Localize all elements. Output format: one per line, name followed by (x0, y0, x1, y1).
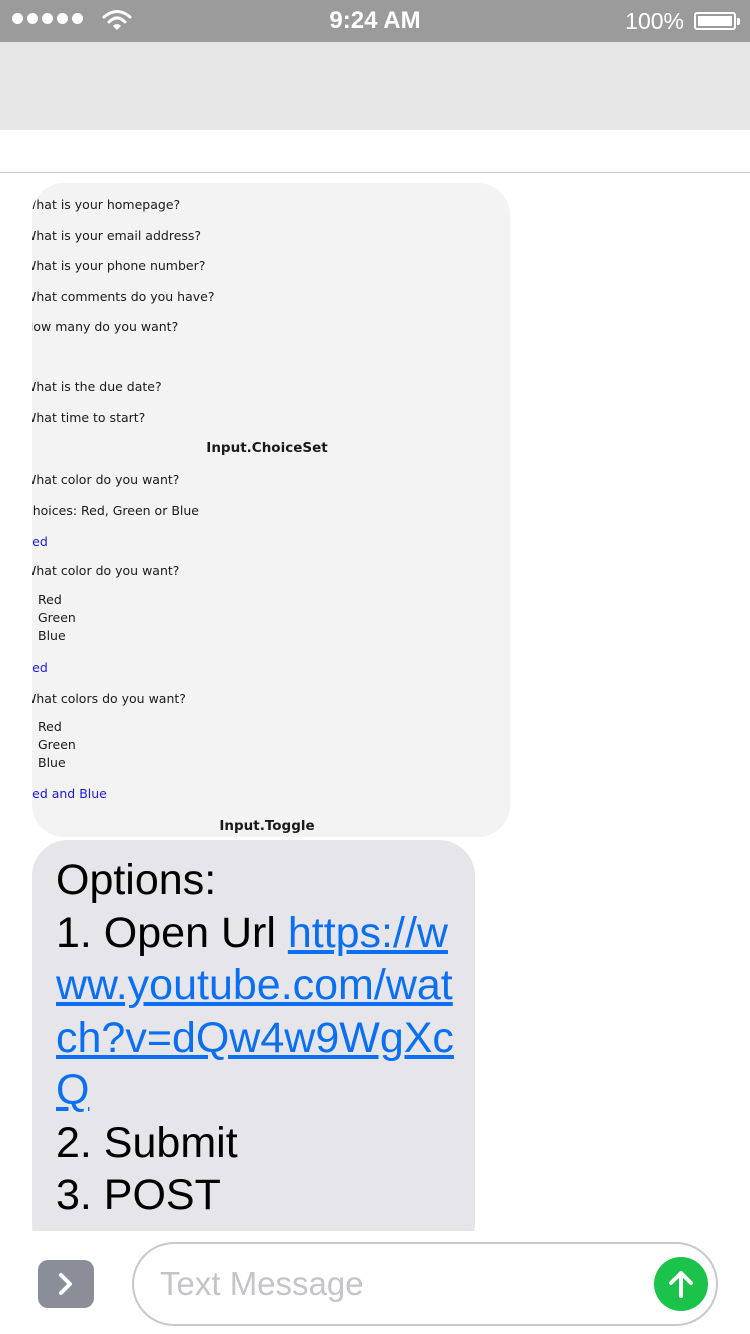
answer-color-1: Red (32, 534, 48, 549)
choice-list-item: Green (32, 609, 76, 627)
answer-colors: Red and Blue (32, 786, 107, 801)
chevron-right-icon (59, 1273, 72, 1295)
option-submit: 2. Submit (56, 1118, 238, 1167)
choice-list-item: Green (32, 736, 76, 754)
answer-color-2: Red (32, 660, 48, 675)
choice-list-2: Red Green Blue (32, 718, 76, 772)
send-button[interactable] (654, 1257, 708, 1311)
adaptive-card-bubble: What is your homepage? What is your emai… (32, 183, 510, 837)
question-comments: What comments do you have? (32, 289, 215, 304)
choice-list-item: Blue (32, 627, 76, 645)
section-heading-choiceset: Input.ChoiceSet (206, 440, 328, 456)
question-email: What is your email address? (32, 228, 202, 243)
choice-list-1: Red Green Blue (32, 591, 76, 645)
question-color-1: What color do you want? (32, 472, 180, 487)
option-show-card: 4. Show Card (56, 1222, 466, 1232)
question-start-time: What time to start? (32, 410, 146, 425)
question-colors: What colors do you want? (32, 691, 186, 706)
question-homepage: What is your homepage? (32, 197, 181, 212)
options-message-bubble: Options: 1. Open Url https://www.youtube… (32, 840, 475, 1231)
choice-list-item: Red (32, 718, 76, 736)
message-input-placeholder: Text Message (160, 1265, 364, 1302)
option-open-url-label: 1. Open Url (56, 908, 288, 957)
choice-list-item: Blue (32, 754, 76, 772)
battery-icon (694, 12, 740, 30)
arrow-up-icon (669, 1271, 693, 1298)
conversation-header (0, 130, 750, 173)
section-heading-toggle: Input.Toggle (219, 818, 315, 834)
question-due-date: What is the due date? (32, 379, 162, 394)
compose-bar: Text Message (0, 1231, 750, 1334)
question-color-2: What color do you want? (32, 563, 180, 578)
status-bar: 9:24 AM 100% (0, 0, 750, 42)
choices-line: Choices: Red, Green or Blue (32, 503, 199, 518)
option-open-url: 1. Open Url https://www.youtube.com/watc… (56, 907, 466, 1117)
options-heading: Options: (56, 856, 217, 904)
question-phone: What is your phone number? (32, 258, 206, 273)
question-how-many: How many do you want? (32, 319, 179, 334)
option-post: 3. POST (56, 1171, 221, 1219)
navigation-bar (0, 42, 750, 130)
battery-percentage: 100% (625, 8, 684, 34)
choice-list-item: Red (32, 591, 76, 609)
message-input[interactable]: Text Message (132, 1242, 718, 1326)
message-list[interactable]: What is your homepage? What is your emai… (0, 173, 750, 1231)
options-message-text: Options: 1. Open Url https://www.youtube… (56, 854, 466, 1231)
expand-apps-button[interactable] (38, 1260, 94, 1308)
